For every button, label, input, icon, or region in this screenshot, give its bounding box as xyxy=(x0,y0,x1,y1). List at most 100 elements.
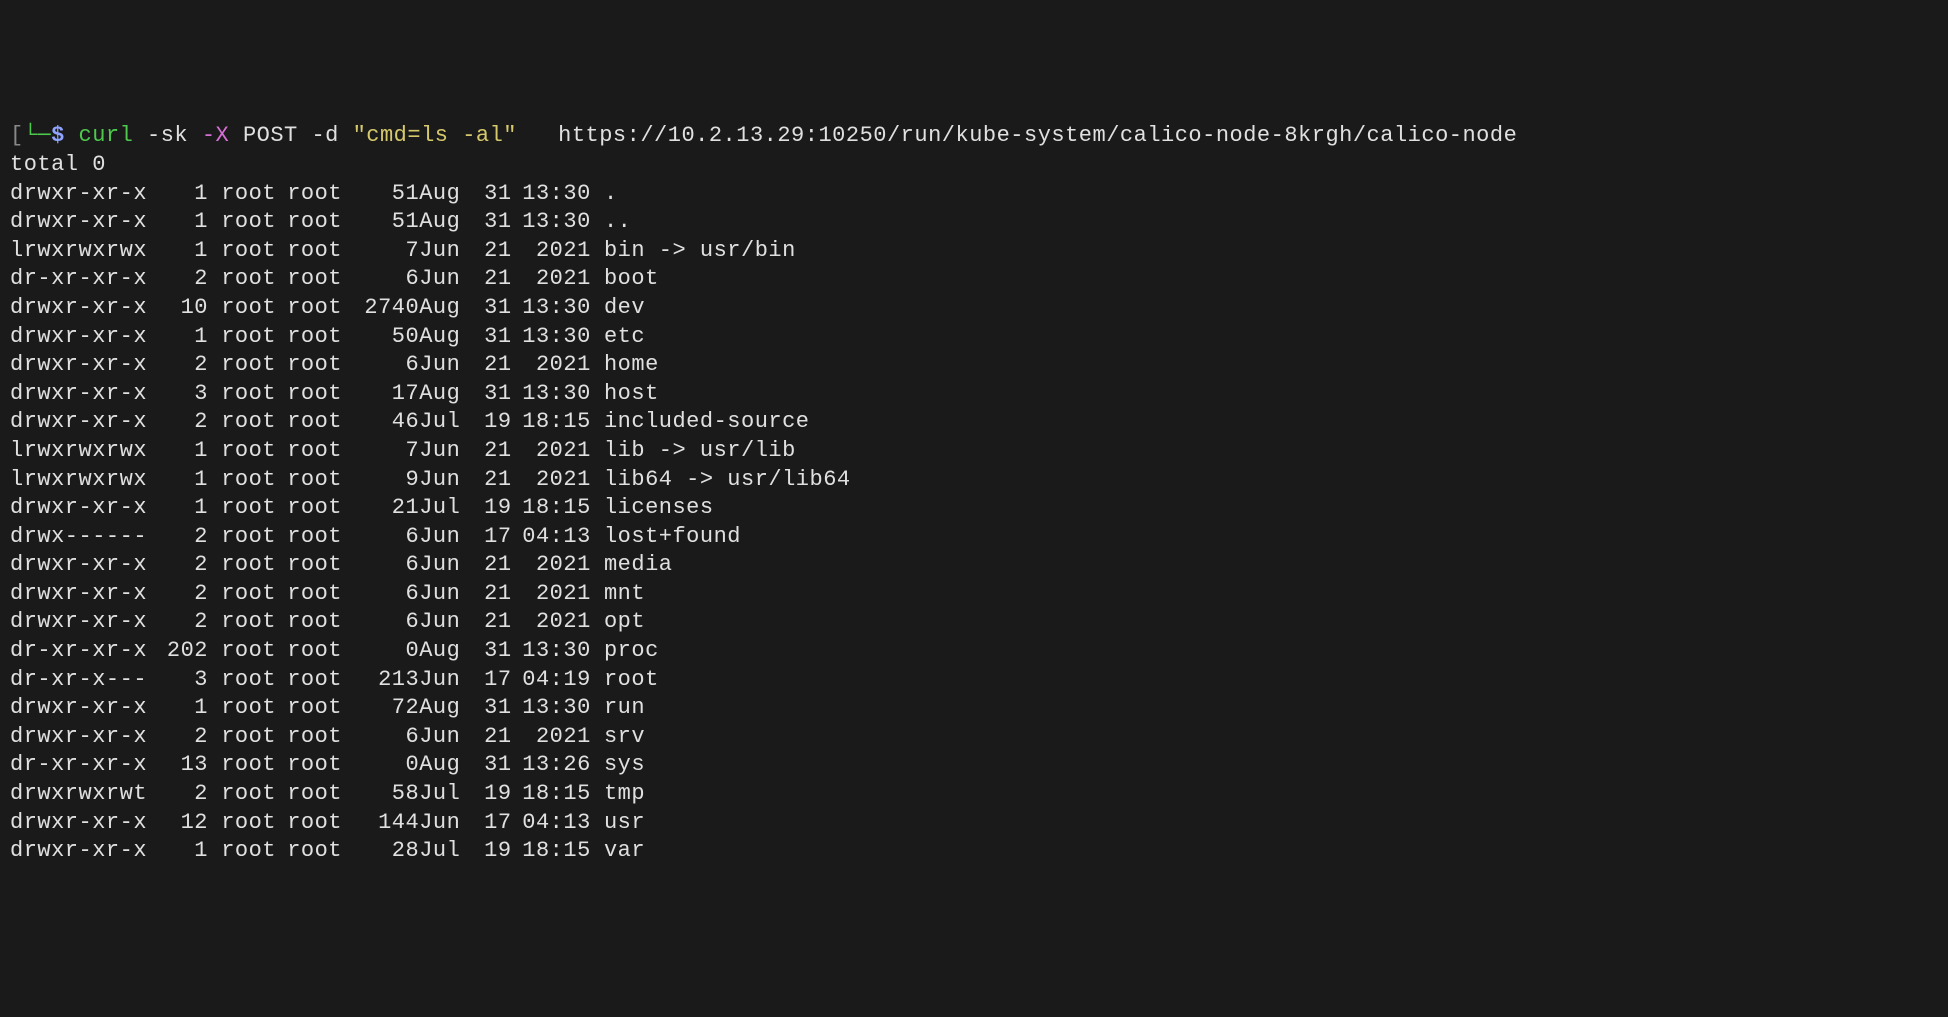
file-name: bin -> usr/bin xyxy=(604,237,796,266)
file-group: root xyxy=(287,666,353,695)
file-group: root xyxy=(287,837,353,866)
file-name: proc xyxy=(604,637,659,666)
file-group: root xyxy=(287,551,353,580)
file-name: sys xyxy=(604,751,645,780)
list-row: dr-xr-xr-x2rootroot6Jun212021boot xyxy=(10,265,1938,294)
file-name: .. xyxy=(604,208,631,237)
file-group: root xyxy=(287,637,353,666)
file-group: root xyxy=(287,351,353,380)
file-size: 51 xyxy=(353,180,419,209)
link-count: 2 xyxy=(155,580,208,609)
file-time: 04:19 xyxy=(512,666,591,695)
file-name: media xyxy=(604,551,673,580)
file-month: Aug xyxy=(419,751,472,780)
file-size: 9 xyxy=(353,466,419,495)
file-permissions: dr-xr-xr-x xyxy=(10,751,142,780)
file-name: run xyxy=(604,694,645,723)
file-time: 13:30 xyxy=(512,380,591,409)
file-time: 13:30 xyxy=(512,694,591,723)
list-row: drwxrwxrwt2rootroot58Jul1918:15tmp xyxy=(10,780,1938,809)
file-day: 31 xyxy=(472,294,512,323)
link-count: 2 xyxy=(155,780,208,809)
prompt-bracket: [ xyxy=(10,123,24,148)
file-month: Jun xyxy=(419,466,472,495)
file-size: 21 xyxy=(353,494,419,523)
file-size: 6 xyxy=(353,551,419,580)
terminal[interactable]: [└─$ curl -sk -X POST -d "cmd=ls -al" ht… xyxy=(10,122,1938,865)
file-group: root xyxy=(287,723,353,752)
link-count: 1 xyxy=(155,180,208,209)
flag-d: -d xyxy=(311,123,352,148)
file-size: 6 xyxy=(353,523,419,552)
file-time: 2021 xyxy=(512,551,591,580)
file-owner: root xyxy=(221,523,287,552)
file-group: root xyxy=(287,751,353,780)
file-name: var xyxy=(604,837,645,866)
file-time: 2021 xyxy=(512,580,591,609)
file-permissions: drwxr-xr-x xyxy=(10,837,142,866)
file-day: 19 xyxy=(472,837,512,866)
file-size: 0 xyxy=(353,637,419,666)
file-time: 2021 xyxy=(512,237,591,266)
file-time: 13:30 xyxy=(512,208,591,237)
link-count: 12 xyxy=(155,809,208,838)
total-line: total 0 xyxy=(10,151,1938,180)
file-time: 13:30 xyxy=(512,294,591,323)
file-month: Aug xyxy=(419,323,472,352)
link-count: 2 xyxy=(155,351,208,380)
file-time: 2021 xyxy=(512,466,591,495)
file-size: 46 xyxy=(353,408,419,437)
file-month: Jun xyxy=(419,437,472,466)
file-owner: root xyxy=(221,351,287,380)
file-size: 50 xyxy=(353,323,419,352)
list-row: drwxr-xr-x1rootroot21Jul1918:15licenses xyxy=(10,494,1938,523)
file-size: 0 xyxy=(353,751,419,780)
file-month: Jun xyxy=(419,580,472,609)
file-name: lost+found xyxy=(604,523,741,552)
link-count: 2 xyxy=(155,608,208,637)
file-size: 58 xyxy=(353,780,419,809)
file-month: Jun xyxy=(419,551,472,580)
file-owner: root xyxy=(221,809,287,838)
file-time: 18:15 xyxy=(512,837,591,866)
flag-sk: -sk xyxy=(147,123,202,148)
file-owner: root xyxy=(221,551,287,580)
file-size: 51 xyxy=(353,208,419,237)
file-month: Aug xyxy=(419,694,472,723)
file-group: root xyxy=(287,523,353,552)
link-count: 2 xyxy=(155,551,208,580)
file-day: 31 xyxy=(472,751,512,780)
prompt-line: [└─$ curl -sk -X POST -d "cmd=ls -al" ht… xyxy=(10,122,1938,151)
file-name: srv xyxy=(604,723,645,752)
file-permissions: dr-xr-x--- xyxy=(10,666,142,695)
file-name: included-source xyxy=(604,408,810,437)
link-count: 1 xyxy=(155,494,208,523)
link-count: 202 xyxy=(155,637,208,666)
file-size: 144 xyxy=(353,809,419,838)
file-month: Jun xyxy=(419,809,472,838)
list-row: drwxr-xr-x2rootroot6Jun212021mnt xyxy=(10,580,1938,609)
file-time: 18:15 xyxy=(512,780,591,809)
file-day: 31 xyxy=(472,380,512,409)
file-group: root xyxy=(287,437,353,466)
file-time: 2021 xyxy=(512,351,591,380)
file-day: 31 xyxy=(472,694,512,723)
file-day: 21 xyxy=(472,265,512,294)
file-month: Jul xyxy=(419,408,472,437)
link-count: 2 xyxy=(155,265,208,294)
file-permissions: lrwxrwxrwx xyxy=(10,466,142,495)
file-size: 7 xyxy=(353,237,419,266)
flag-x: -X xyxy=(202,123,243,148)
file-month: Jun xyxy=(419,237,472,266)
list-row: lrwxrwxrwx1rootroot7Jun212021lib -> usr/… xyxy=(10,437,1938,466)
file-time: 18:15 xyxy=(512,408,591,437)
file-day: 21 xyxy=(472,608,512,637)
list-row: drwxr-xr-x1rootroot51Aug3113:30.. xyxy=(10,208,1938,237)
file-group: root xyxy=(287,809,353,838)
file-permissions: drwxr-xr-x xyxy=(10,694,142,723)
file-name: etc xyxy=(604,323,645,352)
list-row: drwxr-xr-x10rootroot2740Aug3113:30dev xyxy=(10,294,1938,323)
file-group: root xyxy=(287,580,353,609)
file-permissions: drwxr-xr-x xyxy=(10,723,142,752)
file-group: root xyxy=(287,494,353,523)
